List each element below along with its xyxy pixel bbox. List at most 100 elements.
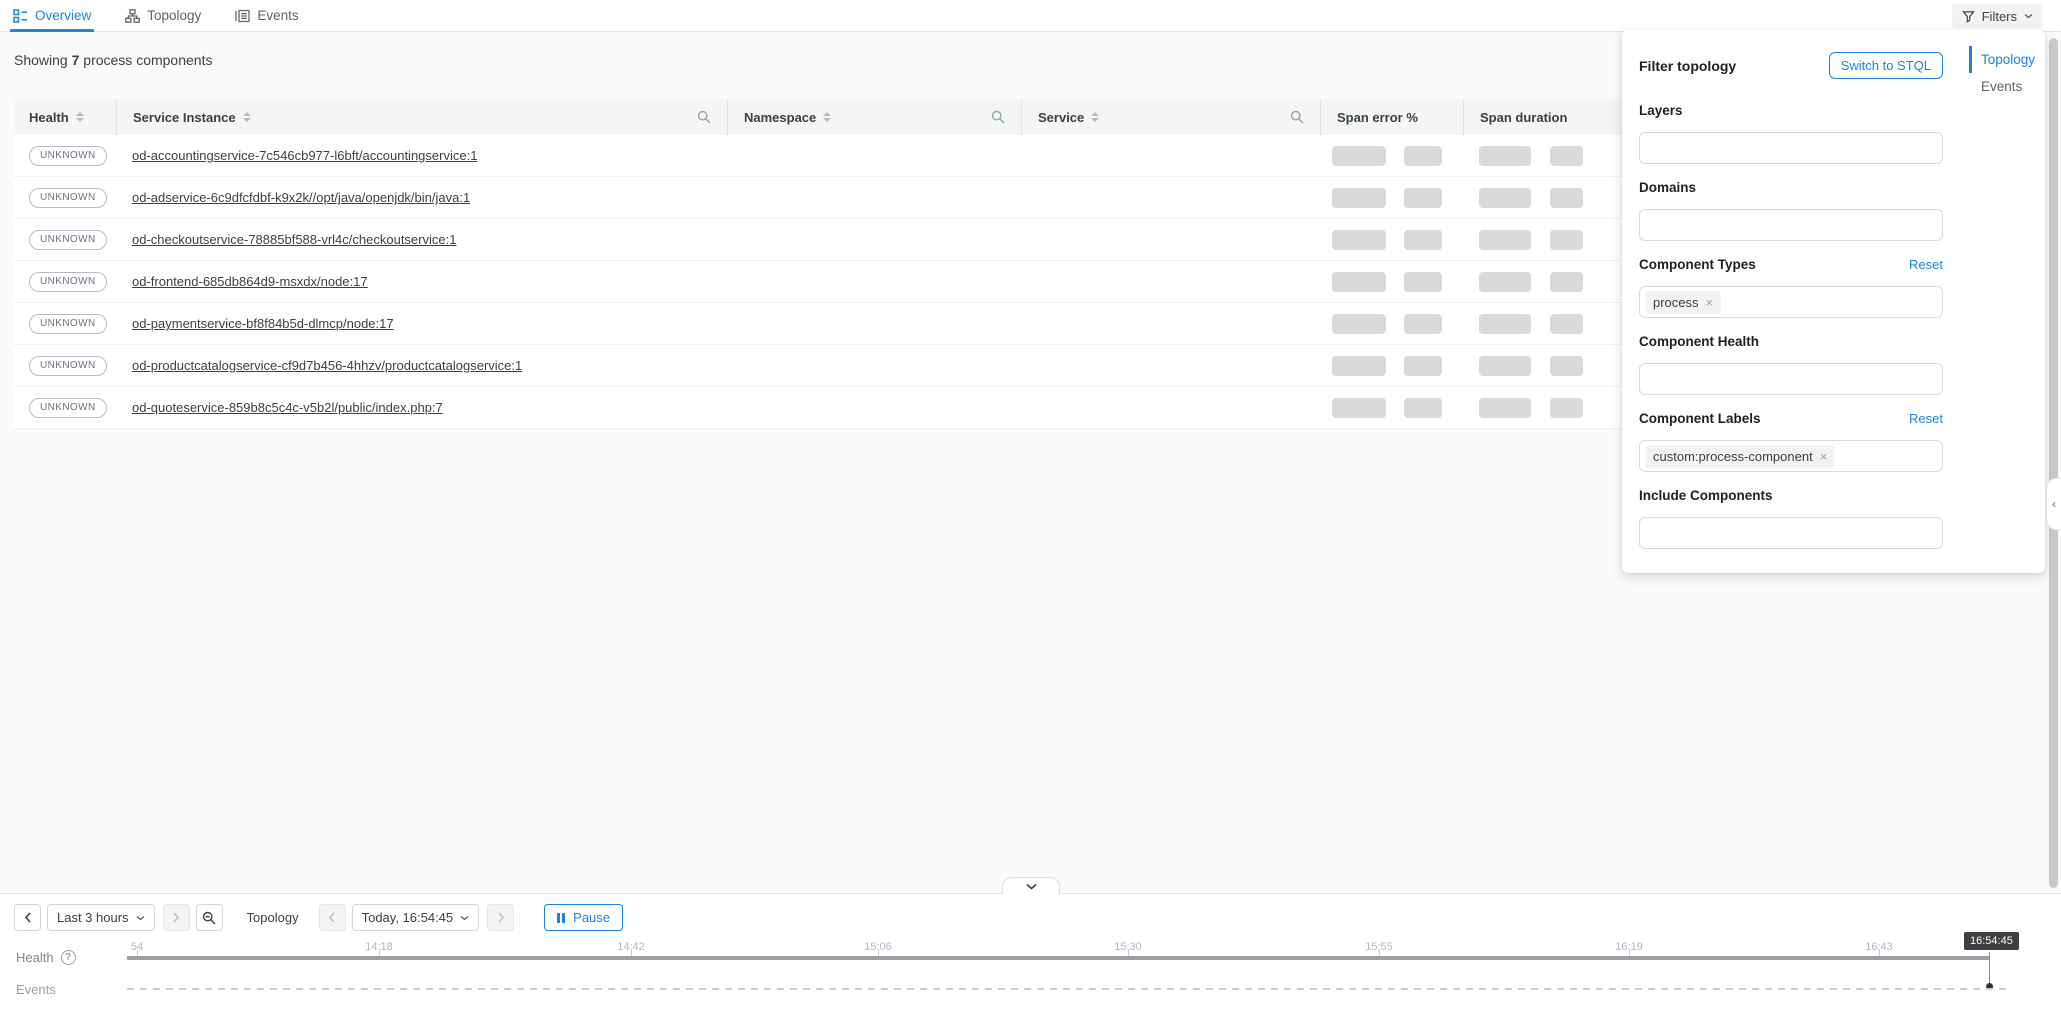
snapshot-back-button[interactable] bbox=[319, 904, 346, 931]
sort-icon[interactable] bbox=[243, 112, 251, 122]
tab-label: Overview bbox=[35, 8, 91, 23]
column-header-service[interactable]: Service bbox=[1021, 99, 1320, 135]
snapshot-forward-button[interactable] bbox=[487, 904, 514, 931]
zoom-out-icon bbox=[202, 911, 216, 925]
sort-icon[interactable] bbox=[1091, 112, 1099, 122]
timeline-cursor-line bbox=[1989, 952, 1990, 986]
panel-tab-events[interactable]: Events bbox=[1969, 73, 2035, 100]
span-duration-cell bbox=[1463, 230, 1633, 250]
panel-side-tabs: TopologyEvents bbox=[1969, 46, 2035, 100]
remove-tag-icon[interactable]: × bbox=[1706, 296, 1714, 309]
loading-skeleton bbox=[1550, 356, 1583, 376]
filter-section-component-types: Component TypesResetprocess× bbox=[1639, 257, 1943, 318]
filters-button[interactable]: Filters bbox=[1952, 4, 2043, 28]
overview-icon bbox=[13, 9, 28, 23]
panel-collapse-handle[interactable]: ‹ bbox=[2046, 478, 2061, 530]
zoom-out-button[interactable] bbox=[196, 904, 223, 931]
search-icon[interactable] bbox=[991, 110, 1005, 124]
timeline-panel: Last 3 hours Topology Today, 16:54:45 Pa… bbox=[0, 893, 2061, 1012]
tab-topology[interactable]: Topology bbox=[122, 0, 204, 31]
tab-label: Topology bbox=[147, 8, 201, 23]
sort-icon[interactable] bbox=[76, 112, 84, 122]
timeline-events-row-label: Events bbox=[16, 982, 56, 997]
tab-events[interactable]: Events bbox=[232, 0, 301, 31]
timeline-events-track[interactable] bbox=[127, 988, 2011, 990]
component-types-input[interactable]: process × bbox=[1639, 286, 1943, 318]
time-range-selector[interactable]: Last 3 hours bbox=[47, 904, 155, 931]
filter-section-domains: Domains bbox=[1639, 180, 1943, 241]
reset-link[interactable]: Reset bbox=[1909, 411, 1943, 426]
timeline-context-label: Topology bbox=[247, 910, 299, 925]
health-status-badge: UNKNOWN bbox=[29, 230, 107, 250]
search-icon[interactable] bbox=[697, 110, 711, 124]
remove-tag-icon[interactable]: × bbox=[1820, 450, 1828, 463]
panel-title: Filter topology bbox=[1639, 58, 1736, 74]
pause-button[interactable]: Pause bbox=[544, 904, 623, 931]
service-instance-link[interactable]: od-paymentservice-bf8f84b5d-dlmcp/node:1… bbox=[132, 316, 394, 331]
time-forward-button[interactable] bbox=[163, 904, 190, 931]
span-duration-cell bbox=[1463, 314, 1633, 334]
filter-section-layers: Layers bbox=[1639, 103, 1943, 164]
health-status-badge: UNKNOWN bbox=[29, 356, 107, 376]
timeline-health-track[interactable] bbox=[127, 956, 1990, 960]
span-duration-cell bbox=[1463, 356, 1633, 376]
service-instance-link[interactable]: od-adservice-6c9dfcfdbf-k9x2k//opt/java/… bbox=[132, 190, 470, 205]
service-instance-link[interactable]: od-quoteservice-859b8c5c4c-v5b2l/public/… bbox=[132, 400, 443, 415]
span-error-cell bbox=[1320, 398, 1463, 418]
search-icon[interactable] bbox=[1290, 110, 1304, 124]
timestamp-selector[interactable]: Today, 16:54:45 bbox=[352, 904, 480, 931]
service-instance-cell: od-paymentservice-bf8f84b5d-dlmcp/node:1… bbox=[116, 316, 727, 331]
component-health-input[interactable] bbox=[1639, 363, 1943, 395]
loading-skeleton bbox=[1479, 356, 1531, 376]
panel-tab-topology[interactable]: Topology bbox=[1969, 46, 2035, 73]
service-instance-link[interactable]: od-productcatalogservice-cf9d7b456-4hhzv… bbox=[132, 358, 522, 373]
span-duration-cell bbox=[1463, 272, 1633, 292]
filter-tag-label: process bbox=[1653, 295, 1699, 310]
filter-funnel-icon bbox=[1962, 10, 1975, 23]
filter-section-head: Component Health bbox=[1639, 334, 1943, 349]
help-icon[interactable]: ? bbox=[61, 950, 76, 965]
filter-section-label: Component Health bbox=[1639, 334, 1759, 349]
table-header: Health Service InstanceNamespaceServiceSp… bbox=[13, 99, 1633, 135]
timeline-toolbar: Last 3 hours Topology Today, 16:54:45 Pa… bbox=[14, 904, 623, 931]
column-header-health[interactable]: Health bbox=[13, 99, 116, 135]
layers-input[interactable] bbox=[1639, 132, 1943, 164]
component-labels-input[interactable]: custom:process-component× bbox=[1639, 440, 1943, 472]
sort-icon[interactable] bbox=[823, 112, 831, 122]
domains-input[interactable] bbox=[1639, 209, 1943, 241]
timeline-collapse-tab[interactable] bbox=[1002, 877, 1060, 894]
health-cell: UNKNOWN bbox=[13, 230, 116, 250]
filter-section-head: Layers bbox=[1639, 103, 1943, 118]
column-header-namespace[interactable]: Namespace bbox=[727, 99, 1021, 135]
loading-skeleton bbox=[1550, 314, 1583, 334]
table-row: UNKNOWNod-frontend-685db864d9-msxdx/node… bbox=[13, 261, 1633, 303]
time-back-button[interactable] bbox=[14, 904, 41, 931]
loading-skeleton bbox=[1332, 146, 1386, 166]
filters-button-label: Filters bbox=[1982, 9, 2017, 24]
health-cell: UNKNOWN bbox=[13, 188, 116, 208]
loading-skeleton bbox=[1550, 398, 1583, 418]
column-label: Health bbox=[29, 110, 69, 125]
service-instance-link[interactable]: od-accountingservice-7c546cb977-l6bft/ac… bbox=[132, 148, 477, 163]
service-instance-link[interactable]: od-checkoutservice-78885bf588-vrl4c/chec… bbox=[132, 232, 456, 247]
tab-overview[interactable]: Overview bbox=[10, 0, 94, 31]
service-instance-link[interactable]: od-frontend-685db864d9-msxdx/node:17 bbox=[132, 274, 368, 289]
loading-skeleton bbox=[1332, 314, 1386, 334]
filter-section-component-health: Component Health bbox=[1639, 334, 1943, 395]
chevron-down-icon bbox=[1026, 883, 1037, 890]
reset-link[interactable]: Reset bbox=[1909, 257, 1943, 272]
include-components-input[interactable] bbox=[1639, 517, 1943, 549]
filter-section-head: Domains bbox=[1639, 180, 1943, 195]
results-summary: Showing 7 process components bbox=[14, 52, 212, 68]
events-icon bbox=[235, 9, 250, 23]
loading-skeleton bbox=[1332, 356, 1386, 376]
health-cell: UNKNOWN bbox=[13, 314, 116, 334]
chevron-down-icon bbox=[136, 915, 145, 921]
filter-section-label: Layers bbox=[1639, 103, 1683, 118]
column-header-span-error-: Span error % bbox=[1320, 99, 1463, 135]
loading-skeleton bbox=[1332, 188, 1386, 208]
column-header-service-instance[interactable]: Service Instance bbox=[116, 99, 727, 135]
vertical-scrollbar-thumb[interactable] bbox=[2049, 38, 2058, 888]
switch-to-stql-button[interactable]: Switch to STQL bbox=[1829, 52, 1943, 79]
topology-icon bbox=[125, 9, 140, 23]
